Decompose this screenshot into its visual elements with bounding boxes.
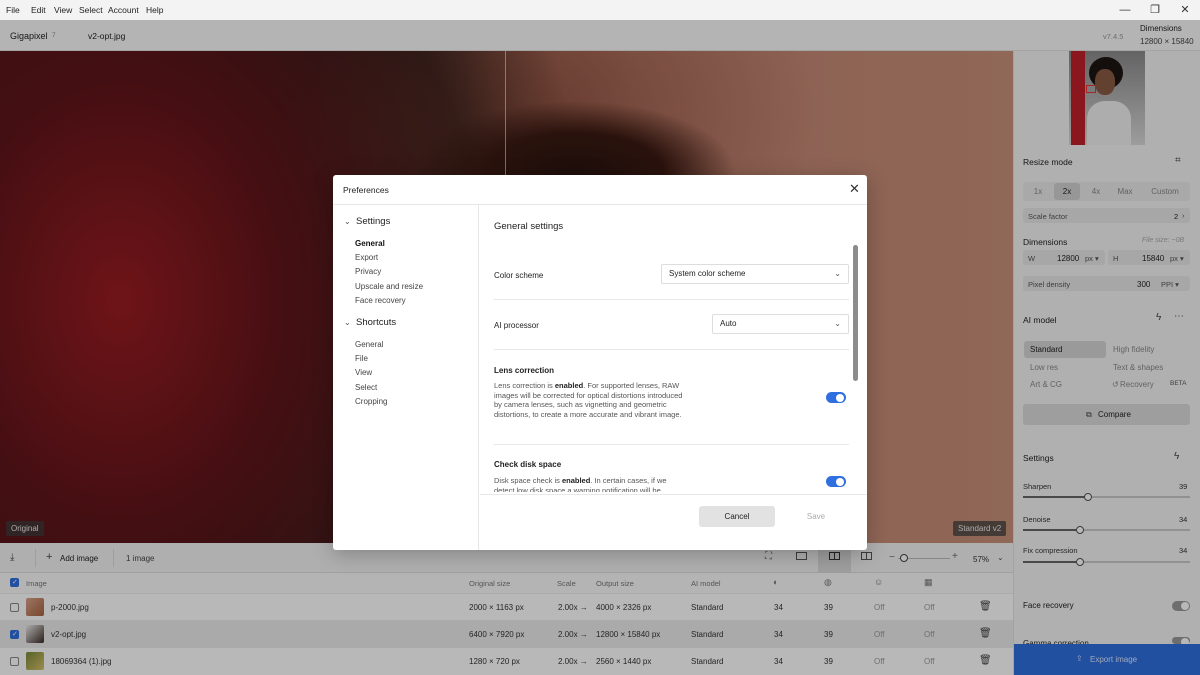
disk-desc-bold: enabled xyxy=(562,476,590,485)
lens-desc-bold: enabled xyxy=(555,381,583,390)
nav-shortcuts-select[interactable]: Select xyxy=(355,383,377,392)
save-button[interactable]: Save xyxy=(782,506,850,527)
menu-file[interactable]: File xyxy=(6,5,20,15)
chevron-down-icon: ⌄ xyxy=(834,265,841,283)
nav-settings-upscale[interactable]: Upscale and resize xyxy=(355,282,423,291)
chevron-down-icon: ⌄ xyxy=(834,315,841,333)
nav-settings-face-recovery[interactable]: Face recovery xyxy=(355,296,406,305)
minimize-icon[interactable]: — xyxy=(1118,3,1132,17)
lens-correction-desc: Lens correction is enabled. For supporte… xyxy=(494,381,684,419)
ai-processor-select[interactable]: Auto ⌄ xyxy=(712,314,849,334)
ai-processor-value: Auto xyxy=(720,319,736,328)
nav-shortcuts-header[interactable]: ⌄Shortcuts xyxy=(344,317,396,328)
dialog-header: Preferences ✕ xyxy=(333,175,867,205)
nav-shortcuts-cropping[interactable]: Cropping xyxy=(355,397,387,406)
menu-help[interactable]: Help xyxy=(146,5,163,15)
lens-desc-pre: Lens correction is xyxy=(494,381,555,390)
lens-correction-toggle[interactable] xyxy=(826,392,846,403)
menu-edit[interactable]: Edit xyxy=(31,5,46,15)
disk-space-toggle[interactable] xyxy=(826,476,846,487)
menu-select[interactable]: Select xyxy=(79,5,103,15)
color-scheme-select[interactable]: System color scheme ⌄ xyxy=(661,264,849,284)
disk-space-desc: Disk space check is enabled. In certain … xyxy=(494,476,684,492)
preferences-content: General settings Color scheme System col… xyxy=(480,205,867,550)
ai-processor-label: AI processor xyxy=(494,321,539,330)
nav-shortcuts-view[interactable]: View xyxy=(355,368,372,377)
preferences-nav: ⌄Settings General Export Privacy Upscale… xyxy=(333,205,479,550)
chevron-down-icon: ⌄ xyxy=(344,217,353,226)
cancel-button[interactable]: Cancel xyxy=(699,506,775,527)
restore-icon[interactable]: ❐ xyxy=(1148,3,1162,17)
nav-shortcuts-file[interactable]: File xyxy=(355,354,368,363)
nav-settings-privacy[interactable]: Privacy xyxy=(355,267,381,276)
nav-shortcuts-label: Shortcuts xyxy=(356,317,396,328)
scrollbar-thumb[interactable] xyxy=(853,245,858,381)
nav-shortcuts-general[interactable]: General xyxy=(355,340,383,349)
menu-account[interactable]: Account xyxy=(108,5,139,15)
close-window-icon[interactable]: ✕ xyxy=(1178,3,1192,17)
nav-settings-label: Settings xyxy=(356,216,390,227)
separator xyxy=(494,444,849,445)
preferences-dialog: Preferences ✕ ⌄Settings General Export P… xyxy=(333,175,867,550)
color-scheme-label: Color scheme xyxy=(494,271,543,280)
close-icon[interactable]: ✕ xyxy=(849,181,860,197)
disk-space-title: Check disk space xyxy=(494,460,561,469)
disk-desc-pre: Disk space check is xyxy=(494,476,562,485)
settings-scroll-area[interactable]: Color scheme System color scheme ⌄ AI pr… xyxy=(480,242,860,492)
lens-correction-title: Lens correction xyxy=(494,366,554,375)
footer-separator xyxy=(480,494,867,495)
nav-settings-general[interactable]: General xyxy=(355,239,385,248)
separator xyxy=(494,299,849,300)
menu-bar: File Edit View Select Account Help — ❐ ✕ xyxy=(0,0,1200,20)
menu-view[interactable]: View xyxy=(54,5,72,15)
dialog-title: Preferences xyxy=(343,185,389,195)
separator xyxy=(494,349,849,350)
nav-settings-header[interactable]: ⌄Settings xyxy=(344,216,390,227)
color-scheme-value: System color scheme xyxy=(669,269,745,278)
chevron-down-icon: ⌄ xyxy=(344,318,353,327)
nav-settings-export[interactable]: Export xyxy=(355,253,378,262)
content-title: General settings xyxy=(494,221,563,232)
